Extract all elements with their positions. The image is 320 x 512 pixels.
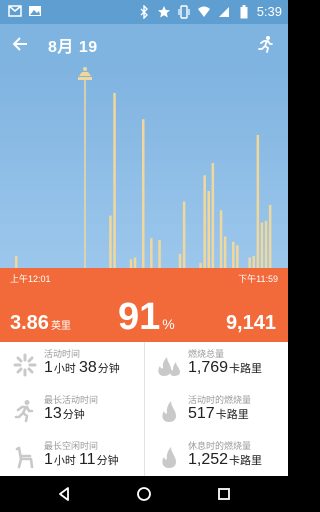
value-part: 1,252 — [188, 451, 229, 468]
chart-bar — [256, 135, 260, 268]
metric-rest-burn[interactable]: 休息时的燃烧量 1,252卡路里 — [144, 434, 288, 480]
metric-value: 13分钟 — [44, 405, 85, 423]
app-bar: 8月 19 — [0, 24, 288, 64]
bluetooth-icon — [137, 4, 151, 19]
percent-number: 91 — [118, 296, 161, 338]
value-part: 517 — [188, 405, 215, 422]
value-part: 13 — [44, 405, 62, 422]
chart-bar — [260, 222, 264, 268]
unit-part: 卡路里 — [229, 455, 263, 467]
chart-bar — [113, 93, 116, 268]
chart-bar — [142, 119, 145, 268]
distance-value: 3.86 英里 — [10, 312, 71, 335]
page-title: 8月 19 — [48, 39, 98, 56]
runner-icon — [12, 398, 38, 424]
chart-bar — [158, 240, 161, 268]
chart-bar — [178, 254, 182, 268]
flame-icon — [156, 398, 182, 424]
metric-longest-active[interactable]: 最长活动时间 13分钟 — [0, 388, 144, 434]
unit-part: 分钟 — [97, 363, 120, 375]
sparkle-icon — [12, 352, 38, 378]
chart-bar — [268, 205, 272, 268]
goal-percent: 91% — [118, 296, 175, 339]
status-right: 5:39 — [137, 4, 282, 19]
nav-recents-button[interactable] — [212, 482, 236, 506]
metric-longest-idle[interactable]: 最长空闲时间 1小时 11分钟 — [0, 434, 144, 480]
chart-bar — [133, 257, 137, 268]
chart-bar — [219, 210, 223, 268]
status-time: 5:39 — [256, 4, 282, 19]
back-triangle-icon — [59, 487, 69, 501]
daily-summary: 上午12:01 下午11:59 3.86 英里 91% 9,141 — [0, 268, 288, 342]
runner-icon — [258, 36, 273, 53]
metric-value: 517卡路里 — [188, 405, 249, 423]
chart-bar — [182, 201, 186, 268]
back-button[interactable] — [8, 32, 32, 56]
status-left — [8, 4, 42, 18]
unit-part: 卡路里 — [215, 409, 249, 421]
unit-part: 分钟 — [62, 409, 85, 421]
activity-chart-svg — [15, 67, 272, 268]
arrow-left-icon — [12, 37, 27, 51]
mail-icon — [8, 4, 22, 18]
chair-icon — [12, 444, 38, 470]
value-part: 1 — [44, 451, 53, 468]
metric-active-burn[interactable]: 活动时的燃烧量 517卡路里 — [144, 388, 288, 434]
metrics-panel: 活动时间 1小时 38分钟 最长活动时间 13分钟 最长空闲时间 1小时 11分… — [0, 342, 288, 476]
percent-sign: % — [162, 316, 175, 332]
chart-bar — [252, 255, 255, 268]
chart-bar — [207, 191, 210, 268]
chart-bar — [211, 163, 215, 268]
activity-chart[interactable] — [0, 64, 288, 268]
metric-total-burn[interactable]: 燃烧总量 1,769卡路里 — [144, 342, 288, 388]
chart-end-time: 下午11:59 — [238, 274, 278, 284]
image-icon — [28, 4, 42, 18]
metric-value: 1,252卡路里 — [188, 451, 262, 469]
nav-home-button[interactable] — [132, 482, 156, 506]
nav-back-button[interactable] — [52, 482, 76, 506]
chart-bar — [15, 255, 18, 268]
activity-button[interactable] — [254, 32, 278, 56]
chart-start-time: 上午12:01 — [10, 274, 51, 284]
distance-number: 3.86 — [10, 312, 49, 334]
flame-double-icon — [156, 352, 182, 378]
battery-icon — [237, 4, 251, 19]
unit-part: 小时 — [53, 455, 79, 467]
chart-bar — [223, 236, 227, 268]
chart-bar — [203, 175, 206, 268]
vibrate-icon — [177, 4, 191, 19]
signal-icon — [217, 5, 231, 19]
value-part: 1,769 — [188, 359, 229, 376]
home-circle-icon — [137, 487, 151, 501]
unit-part: 分钟 — [96, 455, 119, 467]
chart-bar — [150, 238, 153, 268]
chart-bar — [236, 245, 239, 268]
value-part: 38 — [78, 359, 97, 376]
metric-active-time[interactable]: 活动时间 1小时 38分钟 — [0, 342, 144, 388]
chart-bar — [109, 215, 112, 268]
flame-icon — [156, 444, 182, 470]
chart-bar — [248, 257, 251, 268]
recents-square-icon — [218, 488, 230, 500]
chart-bar — [264, 220, 268, 268]
unit-part: 小时 — [53, 363, 79, 375]
value-part: 11 — [78, 451, 96, 468]
steps-value: 9,141 — [225, 312, 276, 334]
metric-value: 1小时 38分钟 — [44, 359, 120, 377]
value-part: 1 — [44, 359, 53, 376]
wifi-icon — [197, 5, 211, 19]
star-icon — [157, 5, 171, 19]
goal-marker-icon — [78, 67, 92, 80]
metric-value: 1,769卡路里 — [188, 359, 262, 377]
unit-part: 卡路里 — [229, 363, 263, 375]
chart-bar — [129, 259, 133, 268]
distance-unit: 英里 — [50, 321, 71, 332]
metric-value: 1小时 11分钟 — [44, 451, 119, 469]
navigation-bar — [0, 476, 288, 512]
chart-bar — [232, 241, 235, 268]
status-bar: 5:39 — [0, 0, 288, 24]
